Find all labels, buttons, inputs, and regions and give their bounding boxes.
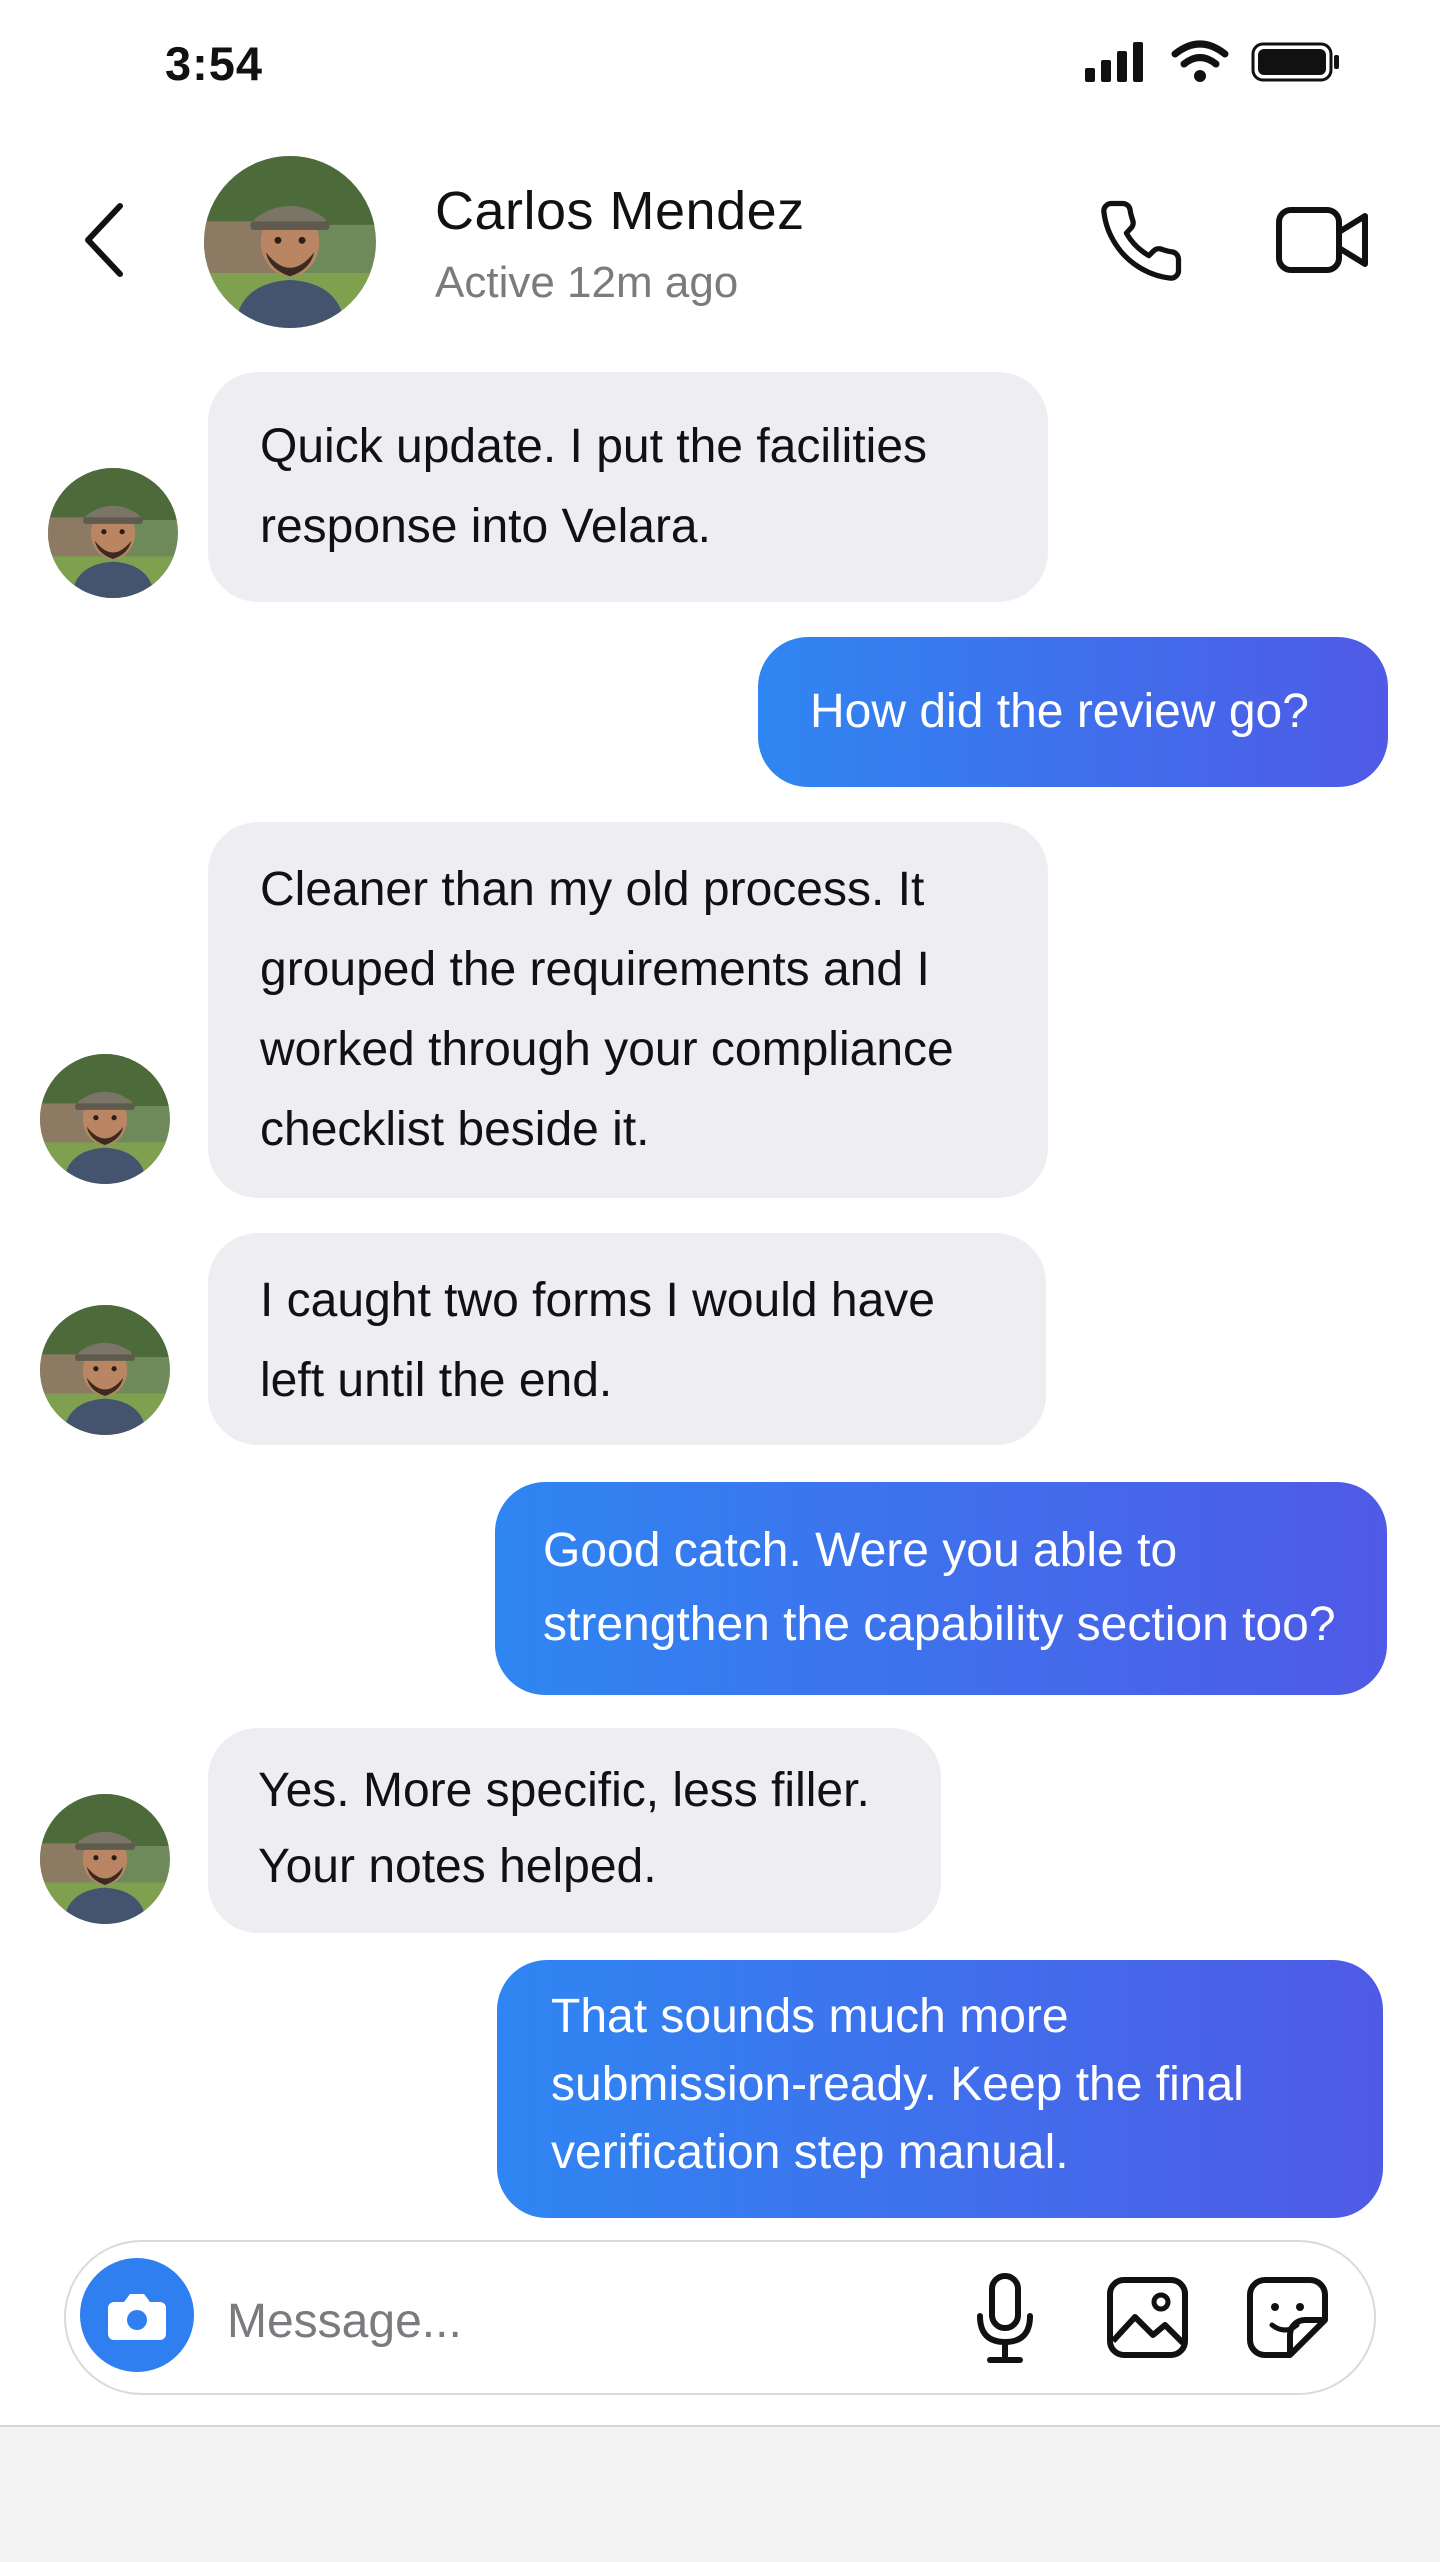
image-icon [1107,2277,1188,2358]
contact-avatar[interactable] [204,156,376,328]
message-text: Yes. More specific, less filler. [258,1764,870,1817]
status-icons [1085,40,1341,84]
message-avatar[interactable] [40,1054,170,1184]
presence-status: Active 12m ago [435,258,739,307]
microphone-icon [977,2273,1033,2363]
incoming-message[interactable]: Yes. More specific, less filler. Your no… [208,1728,941,1933]
cellular-signal-icon [1085,42,1143,82]
bottom-safe-area [0,2425,1440,2562]
message-text: Cleaner than my old process. It [260,863,925,916]
message-text: I caught two forms I would have [260,1274,935,1327]
message-avatar[interactable] [48,468,178,598]
message-avatar[interactable] [40,1305,170,1435]
battery-icon [1251,42,1339,82]
message-text: submission-ready. Keep the final [551,2058,1244,2111]
voice-message-button[interactable] [970,2270,1040,2370]
outgoing-message[interactable]: Good catch. Were you able to strengthen … [495,1482,1387,1695]
message-text: Quick update. I put the facilities [260,420,928,473]
message-text: Your notes helped. [258,1840,657,1893]
incoming-message[interactable]: I caught two forms I would have left unt… [208,1233,1046,1445]
message-text: verification step manual. [551,2126,1069,2179]
sticker-icon [1247,2277,1328,2358]
phone-icon [1101,200,1182,281]
video-camera-icon [1276,207,1368,273]
message-text: checklist beside it. [260,1103,650,1156]
incoming-message[interactable]: Cleaner than my old process. It grouped … [208,822,1048,1198]
message-input[interactable] [225,2270,929,2372]
incoming-message[interactable]: Quick update. I put the facilities respo… [208,372,1048,602]
gallery-button[interactable] [1105,2275,1190,2360]
message-text: How did the review go? [810,685,1309,738]
status-time: 3:54 [165,37,264,90]
call-button[interactable] [1096,196,1186,286]
video-call-button[interactable] [1275,200,1370,280]
message-text: That sounds much more [551,1990,1069,2043]
message-text: grouped the requirements and I [260,943,930,996]
outgoing-message[interactable]: That sounds much more submission-ready. … [497,1960,1383,2218]
message-text: response into Velara. [260,500,711,553]
contact-name[interactable]: Carlos Mendez [435,180,805,242]
chevron-left-icon [85,203,123,277]
camera-icon [108,2294,166,2340]
message-avatar[interactable] [40,1794,170,1924]
message-text: strengthen the capability section too? [543,1598,1336,1651]
camera-button[interactable] [80,2258,194,2372]
message-text: worked through your compliance [260,1023,954,1076]
back-button[interactable] [80,200,130,280]
wifi-icon [1171,40,1229,82]
message-text: left until the end. [260,1354,613,1407]
outgoing-message[interactable]: How did the review go? [758,637,1388,787]
sticker-button[interactable] [1245,2275,1330,2360]
message-text: Good catch. Were you able to [543,1524,1178,1577]
